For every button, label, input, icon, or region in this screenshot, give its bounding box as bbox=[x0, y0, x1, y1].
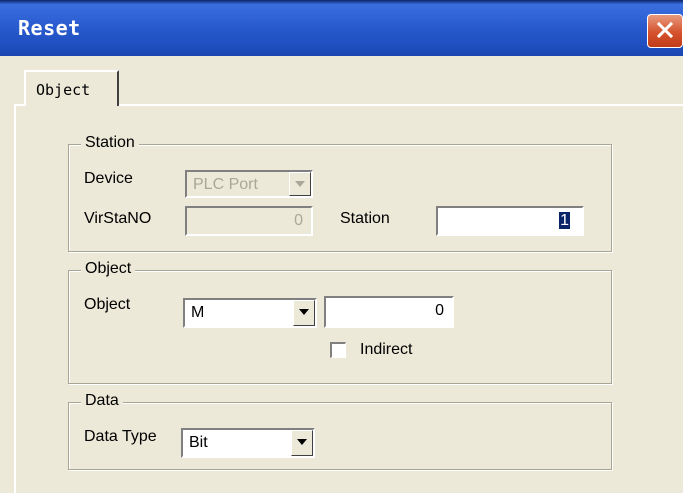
object-type-dropdown-button[interactable] bbox=[293, 300, 315, 326]
title-bar[interactable]: Reset bbox=[0, 0, 683, 56]
data-type-value: Bit bbox=[189, 434, 208, 451]
chevron-down-icon bbox=[299, 309, 309, 315]
reset-dialog: Reset Object Station Device PLC Port Vir… bbox=[0, 0, 683, 493]
object-address-value: 0 bbox=[435, 302, 444, 319]
object-group-label: Object bbox=[81, 260, 136, 278]
device-label: Device bbox=[84, 170, 133, 187]
station-input[interactable]: 1 bbox=[436, 206, 584, 236]
object-type-select[interactable]: M bbox=[183, 298, 317, 328]
close-button[interactable] bbox=[647, 14, 683, 48]
device-select[interactable]: PLC Port bbox=[185, 170, 313, 198]
chevron-down-icon bbox=[297, 439, 307, 445]
data-type-label: Data Type bbox=[84, 428, 157, 445]
virstano-label: VirStaNO bbox=[84, 210, 152, 227]
tab-object-label: Object bbox=[36, 81, 91, 99]
close-icon bbox=[657, 22, 673, 38]
data-group-label: Data bbox=[81, 392, 123, 410]
indirect-label: Indirect bbox=[360, 341, 413, 358]
object-address-input[interactable]: 0 bbox=[324, 296, 454, 328]
window-title: Reset bbox=[18, 16, 81, 40]
object-label: Object bbox=[84, 296, 131, 313]
virstano-field[interactable]: 0 bbox=[185, 206, 313, 236]
station-value: 1 bbox=[559, 212, 570, 229]
data-type-dropdown-button[interactable] bbox=[291, 430, 313, 456]
device-select-value: PLC Port bbox=[193, 176, 258, 193]
object-type-value: M bbox=[191, 304, 205, 321]
virstano-value: 0 bbox=[294, 212, 303, 229]
station-group-label: Station bbox=[81, 134, 139, 152]
chevron-down-icon bbox=[295, 181, 305, 187]
tab-object[interactable]: Object bbox=[24, 70, 119, 106]
indirect-checkbox[interactable] bbox=[330, 342, 346, 358]
station-label: Station bbox=[340, 210, 390, 227]
device-dropdown-button[interactable] bbox=[289, 172, 311, 196]
data-type-select[interactable]: Bit bbox=[181, 428, 315, 458]
